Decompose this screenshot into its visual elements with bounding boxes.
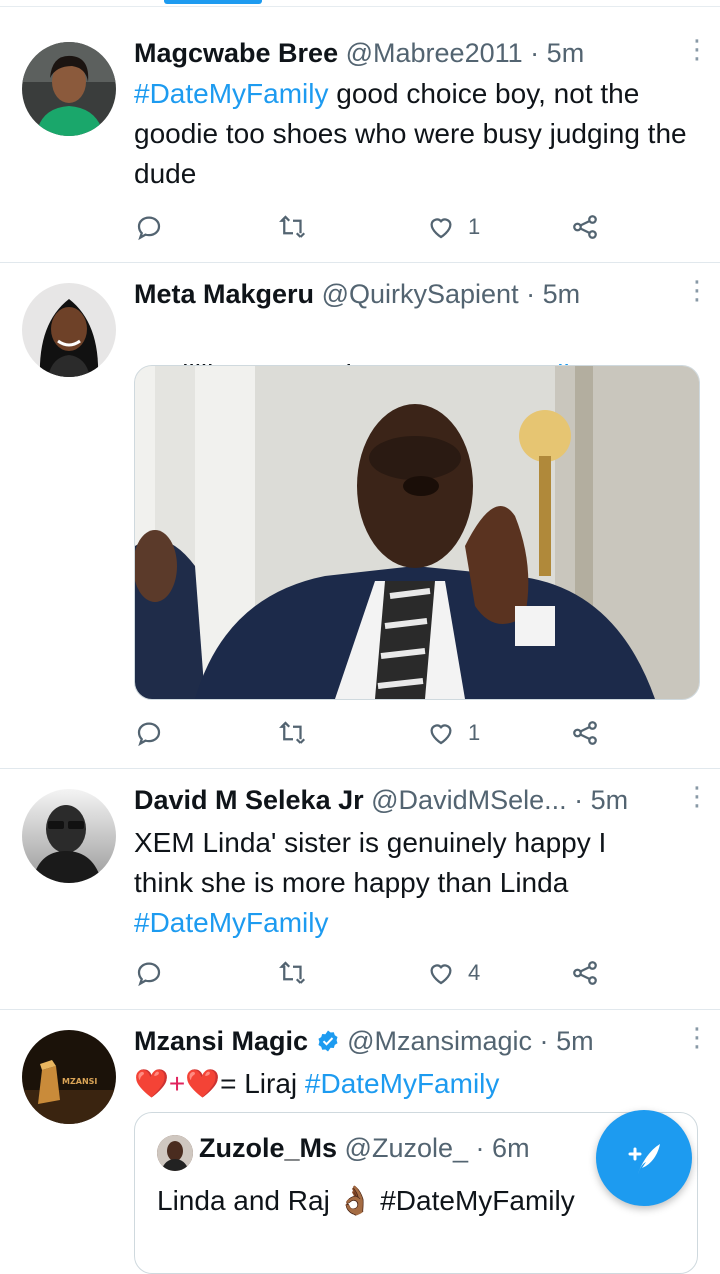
tweet-text: #DateMyFamily good choice boy, not the g… <box>134 74 694 194</box>
tweet-actions: 1 <box>134 713 614 753</box>
heart-emoji: ❤️+❤️ <box>134 1068 221 1099</box>
quoted-avatar[interactable] <box>157 1135 193 1171</box>
separator-dot: · <box>475 1133 485 1163</box>
retweet-icon <box>279 721 306 744</box>
like-button[interactable]: 1 <box>426 713 480 753</box>
quoted-text: Linda and Raj 👌🏾 #DateMyFamily <box>157 1181 575 1221</box>
compose-icon <box>628 1144 660 1174</box>
tweet-image[interactable] <box>134 365 700 700</box>
like-button[interactable]: 1 <box>426 207 480 247</box>
display-name[interactable]: Meta Makgeru <box>134 279 314 309</box>
reply-icon <box>137 722 161 747</box>
quoted-display-name[interactable]: Zuzole_Ms <box>199 1133 337 1163</box>
user-handle[interactable]: @Mabree2011 <box>346 38 523 68</box>
tweet-text: ❤️+❤️= Liraj #DateMyFamily <box>134 1064 694 1104</box>
avatar-logo-text: MZANSI <box>62 1077 97 1086</box>
quoted-hashtag[interactable]: #DateMyFamily <box>380 1185 574 1216</box>
tweet-actions: 1 <box>134 207 614 247</box>
avatar[interactable] <box>22 789 116 883</box>
retweet-button[interactable] <box>278 207 308 247</box>
retweet-icon <box>279 961 306 984</box>
share-icon <box>573 215 597 239</box>
avatar[interactable]: MZANSI <box>22 1030 116 1124</box>
tweet-body-text: = Liraj <box>220 1068 305 1099</box>
retweet-button[interactable] <box>278 953 308 993</box>
share-icon <box>573 721 597 745</box>
quoted-timestamp[interactable]: 6m <box>492 1133 530 1163</box>
reply-button[interactable] <box>134 953 164 993</box>
hashtag-link[interactable]: #DateMyFamily <box>134 78 328 109</box>
tweet-header: Meta Makgeru @QuirkySapient · 5m <box>134 279 660 310</box>
reply-button[interactable] <box>134 713 164 753</box>
active-tab-indicator <box>164 0 262 4</box>
separator-dot: · <box>574 785 584 815</box>
reply-icon <box>137 216 161 241</box>
retweet-button[interactable] <box>278 713 308 753</box>
quoted-header: Zuzole_Ms @Zuzole_ · 6m <box>199 1133 530 1164</box>
more-icon[interactable]: ⋮ <box>684 277 710 303</box>
more-icon[interactable]: ⋮ <box>684 36 710 62</box>
tweet[interactable]: Meta Makgeru @QuirkySapient · 5m ⋮ Aiiii… <box>0 263 720 769</box>
top-tab-bar <box>0 0 720 7</box>
display-name[interactable]: Magcwabe Bree <box>134 38 338 68</box>
share-button[interactable] <box>570 207 600 247</box>
display-name[interactable]: Mzansi Magic <box>134 1026 308 1056</box>
more-icon[interactable]: ⋮ <box>684 1024 710 1050</box>
share-button[interactable] <box>570 713 600 753</box>
more-icon[interactable]: ⋮ <box>684 783 710 809</box>
user-handle[interactable]: @QuirkySapient <box>322 279 519 309</box>
like-count: 4 <box>468 960 481 985</box>
tweet-header: Magcwabe Bree @Mabree2011 · 5m <box>134 38 660 69</box>
avatar[interactable] <box>22 283 116 377</box>
quoted-handle[interactable]: @Zuzole_ <box>345 1133 468 1163</box>
separator-dot: · <box>539 1026 549 1056</box>
timestamp[interactable]: 5m <box>543 279 581 309</box>
like-count: 1 <box>468 214 481 239</box>
ok-hand-emoji: 👌🏾 <box>337 1185 373 1216</box>
user-handle[interactable]: @Mzansimagic <box>347 1026 532 1056</box>
separator-dot: · <box>526 279 536 309</box>
quoted-body-text: Linda and Raj <box>157 1185 338 1216</box>
tweet[interactable]: Magcwabe Bree @Mabree2011 · 5m ⋮ #DateMy… <box>0 20 720 263</box>
retweet-icon <box>279 215 306 238</box>
hashtag-link[interactable]: #DateMyFamily <box>134 907 328 938</box>
tweet-text: XEM Linda' sister is genuinely happy I t… <box>134 823 654 943</box>
like-count: 1 <box>468 720 481 745</box>
tweet[interactable]: David M Seleka Jr @DavidMSele... · 5m ⋮ … <box>0 769 720 1010</box>
reply-button[interactable] <box>134 207 164 247</box>
tweet-header: David M Seleka Jr @DavidMSele... · 5m <box>134 785 660 816</box>
tweet-header: Mzansi Magic @Mzansimagic · 5m <box>134 1026 660 1057</box>
compose-tweet-button[interactable] <box>596 1110 692 1206</box>
like-icon <box>430 964 452 985</box>
like-button[interactable]: 4 <box>426 953 480 993</box>
timestamp[interactable]: 5m <box>591 785 629 815</box>
avatar[interactable] <box>22 42 116 136</box>
verified-icon <box>318 1030 338 1052</box>
like-icon <box>430 218 452 239</box>
reply-icon <box>137 962 161 987</box>
timestamp[interactable]: 5m <box>547 38 585 68</box>
tweet-body-text: XEM Linda' sister is genuinely happy I t… <box>134 827 607 898</box>
display-name[interactable]: David M Seleka Jr <box>134 785 364 815</box>
share-button[interactable] <box>570 953 600 993</box>
share-icon <box>573 961 597 985</box>
like-icon <box>430 724 452 745</box>
user-handle[interactable]: @DavidMSele... <box>371 785 566 815</box>
hashtag-link[interactable]: #DateMyFamily <box>305 1068 499 1099</box>
tweet-actions: 4 <box>134 953 614 993</box>
separator-dot: · <box>530 38 540 68</box>
timestamp[interactable]: 5m <box>556 1026 594 1056</box>
